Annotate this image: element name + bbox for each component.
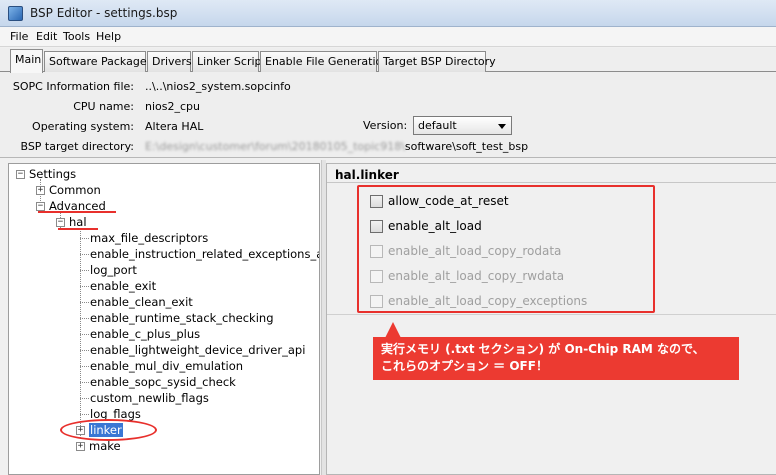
version-select-value: default — [418, 119, 457, 132]
bsp-info-panel: SOPC Information file: ..\..\nios2_syste… — [0, 72, 776, 158]
tree-connector — [80, 382, 89, 383]
title-bar: BSP Editor - settings.bsp — [0, 0, 776, 27]
annotation-highlight-box — [357, 185, 655, 313]
tab-main[interactable]: Main — [10, 49, 43, 73]
settings-tree[interactable]: − Settings + Common − Advanced − hal max… — [8, 163, 320, 475]
os-label: Operating system: — [32, 120, 134, 133]
expand-icon[interactable]: + — [36, 186, 45, 195]
bsp-dir-path-tail: software\soft_test_bsp — [404, 140, 529, 153]
menu-file[interactable]: File — [10, 30, 28, 43]
cpu-label: CPU name: — [73, 100, 134, 113]
tree-connector — [80, 350, 89, 351]
tab-target-bsp-directory[interactable]: Target BSP Directory — [378, 51, 496, 72]
expand-icon[interactable]: + — [76, 442, 85, 451]
app-icon — [8, 6, 23, 21]
collapse-icon[interactable]: − — [56, 218, 65, 227]
version-label: Version: — [363, 119, 408, 132]
tree-connector — [80, 228, 81, 438]
tree-leaf[interactable]: enable_lightweight_device_driver_api — [90, 343, 305, 357]
tree-node-hal[interactable]: hal — [69, 215, 87, 229]
tree-connector — [80, 270, 89, 271]
tab-enable-file-generation[interactable]: Enable File Generation — [260, 51, 389, 72]
annotation-line-1: 実行メモリ (.txt セクション) が On-Chip RAM なので、 — [381, 342, 705, 356]
tree-leaf[interactable]: custom_newlib_flags — [90, 391, 209, 405]
version-select[interactable]: default — [413, 116, 512, 135]
collapse-icon[interactable]: − — [36, 202, 45, 211]
annotation-line-2: これらのオプション ＝ OFF！ — [381, 359, 548, 373]
tree-connector — [80, 398, 89, 399]
annotation-underline-advanced — [38, 211, 116, 213]
bsp-dir-label: BSP target directory: — [20, 140, 134, 153]
tab-linker-script[interactable]: Linker Script — [192, 51, 266, 72]
bsp-dir-value: E:\design\customer\forum\20180105_topic9… — [145, 140, 528, 153]
sopc-value: ..\..\nios2_system.sopcinfo — [145, 80, 291, 93]
tree-connector — [80, 334, 89, 335]
tree-connector — [80, 238, 89, 239]
tree-leaf[interactable]: log_port — [90, 263, 137, 277]
divider — [327, 182, 776, 183]
annotation-callout-pointer — [385, 322, 401, 338]
annotation-callout: 実行メモリ (.txt セクション) が On-Chip RAM なので、 これ… — [373, 337, 739, 380]
tree-connector — [80, 302, 89, 303]
tree-connector — [80, 366, 89, 367]
tree-leaf[interactable]: enable_exit — [90, 279, 156, 293]
tree-connector — [80, 318, 89, 319]
sopc-label: SOPC Information file: — [12, 80, 134, 93]
tree-leaf[interactable]: enable_clean_exit — [90, 295, 193, 309]
menu-bar: File Edit Tools Help — [0, 27, 776, 47]
collapse-icon[interactable]: − — [16, 170, 25, 179]
tab-drivers[interactable]: Drivers — [147, 51, 192, 72]
tab-bar: Main Software Packages Drivers Linker Sc… — [0, 48, 776, 73]
annotation-circle-linker — [60, 419, 157, 441]
tree-leaf[interactable]: enable_c_plus_plus — [90, 327, 200, 341]
window-title: BSP Editor - settings.bsp — [30, 6, 178, 20]
tree-leaf[interactable]: enable_runtime_stack_checking — [90, 311, 274, 325]
tree-leaf[interactable]: enable_mul_div_emulation — [90, 359, 243, 373]
tree-node-make[interactable]: make — [89, 439, 121, 453]
panel-title: hal.linker — [335, 168, 399, 182]
tree-leaf[interactable]: enable_sopc_sysid_check — [90, 375, 236, 389]
tree-connector — [80, 254, 89, 255]
tree-node-common[interactable]: Common — [49, 183, 101, 197]
tree-connector — [80, 414, 89, 415]
os-value: Altera HAL — [145, 120, 204, 133]
tree-leaf[interactable]: max_file_descriptors — [90, 231, 208, 245]
bsp-dir-blurred-path: E:\design\customer\forum\20180105_topic9… — [145, 140, 405, 153]
tree-leaf[interactable]: enable_instruction_related_exceptions_ap… — [90, 247, 319, 261]
menu-edit[interactable]: Edit — [36, 30, 57, 43]
menu-tools[interactable]: Tools — [63, 30, 90, 43]
tab-software-packages[interactable]: Software Packages — [44, 51, 152, 72]
tree-connector — [80, 286, 89, 287]
divider — [327, 314, 776, 315]
tree-node-settings[interactable]: Settings — [29, 167, 76, 181]
chevron-down-icon — [498, 124, 506, 129]
menu-help[interactable]: Help — [96, 30, 121, 43]
cpu-value: nios2_cpu — [145, 100, 200, 113]
annotation-underline-hal — [58, 228, 98, 230]
